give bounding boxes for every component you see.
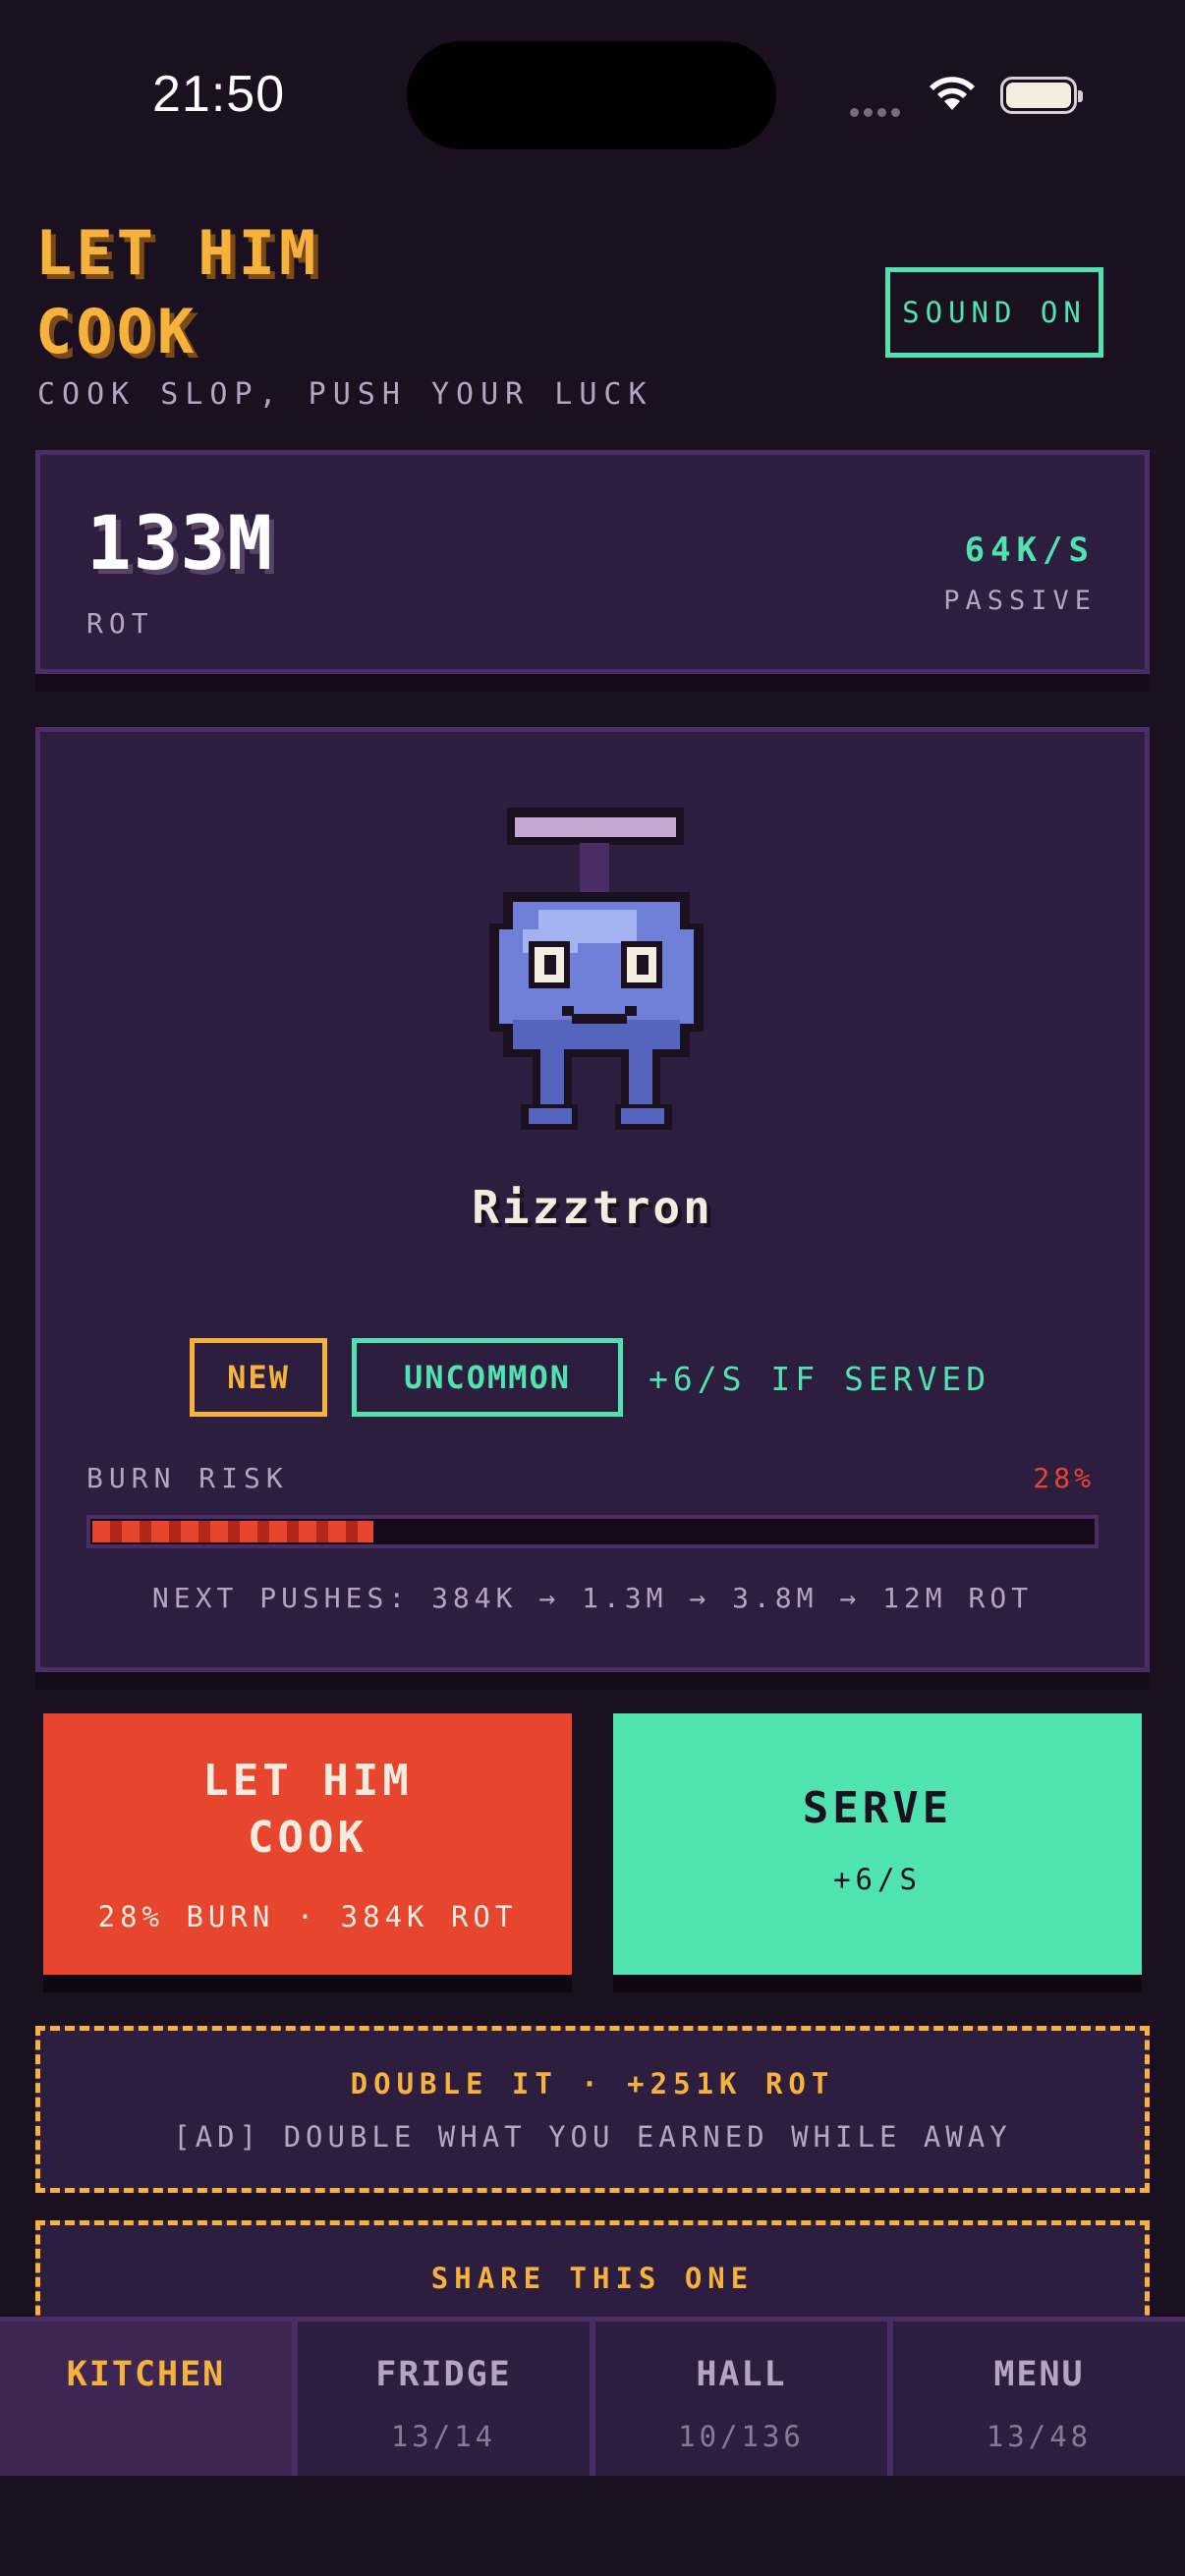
passive-rate-label: PASSIVE (943, 586, 1097, 616)
let-him-cook-button[interactable]: LET HIM COOK 28% BURN · 384K ROT (43, 1713, 572, 1975)
signal-icon (850, 102, 905, 121)
tab-menu[interactable]: MENU 13/48 (893, 2322, 1185, 2476)
serve-button[interactable]: SERVE +6/S (613, 1713, 1142, 1975)
tab-label: HALL (696, 2355, 787, 2394)
tab-fridge[interactable]: FRIDGE 13/14 (298, 2322, 595, 2476)
double-it-subtitle: [AD] DOUBLE WHAT YOU EARNED WHILE AWAY (173, 2120, 1012, 2154)
cook-button-title: LET HIM COOK (202, 1756, 413, 1863)
status-time: 21:50 (152, 66, 286, 123)
app-title: LET HIM COOK (35, 217, 320, 367)
character-sprite-icon (474, 804, 719, 1151)
battery-icon (1000, 77, 1083, 114)
share-title: SHARE THIS ONE (430, 2262, 755, 2295)
burn-risk-bar (86, 1515, 1099, 1548)
tab-label: KITCHEN (66, 2355, 226, 2394)
tab-count: 10/136 (678, 2420, 805, 2453)
passive-rate-value: 64K/S (964, 531, 1095, 570)
rot-value: 133M (86, 499, 275, 587)
next-pushes-text: NEXT PUSHES: 384K → 1.3M → 3.8M → 12M RO… (151, 1582, 1034, 1614)
bottom-tab-bar: KITCHEN FRIDGE 13/14 HALL 10/136 MENU 13… (0, 2317, 1185, 2476)
dynamic-island (407, 41, 776, 149)
burn-risk-label: BURN RISK (86, 1462, 289, 1494)
new-badge: NEW (190, 1338, 327, 1417)
cook-button-subtitle: 28% BURN · 384K ROT (97, 1900, 518, 1933)
tab-count: 13/14 (390, 2420, 497, 2453)
tab-hall[interactable]: HALL 10/136 (595, 2322, 893, 2476)
tab-count: 13/48 (986, 2420, 1093, 2453)
app-subtitle: COOK SLOP, PUSH YOUR LUCK (37, 377, 653, 412)
wifi-icon (924, 71, 981, 116)
character-name: Rizztron (472, 1181, 713, 1234)
serve-button-subtitle: +6/S (833, 1863, 922, 1896)
tab-label: FRIDGE (375, 2355, 512, 2394)
tab-kitchen[interactable]: KITCHEN (0, 2322, 298, 2476)
tab-label: MENU (993, 2355, 1085, 2394)
serve-button-title: SERVE (802, 1783, 953, 1833)
double-it-ad-button[interactable] (35, 2026, 1150, 2193)
rot-label: ROT (86, 607, 154, 640)
burn-risk-percent: 28% (1033, 1462, 1095, 1494)
burn-risk-bar-fill (92, 1521, 374, 1542)
home-indicator-area (0, 2476, 1185, 2576)
rarity-badge: UNCOMMON (352, 1338, 623, 1417)
sound-toggle-button[interactable]: SOUND ON (885, 267, 1103, 358)
double-it-title: DOUBLE IT · +251K ROT (350, 2067, 835, 2100)
served-rate-text: +6/S IF SERVED (649, 1360, 991, 1398)
